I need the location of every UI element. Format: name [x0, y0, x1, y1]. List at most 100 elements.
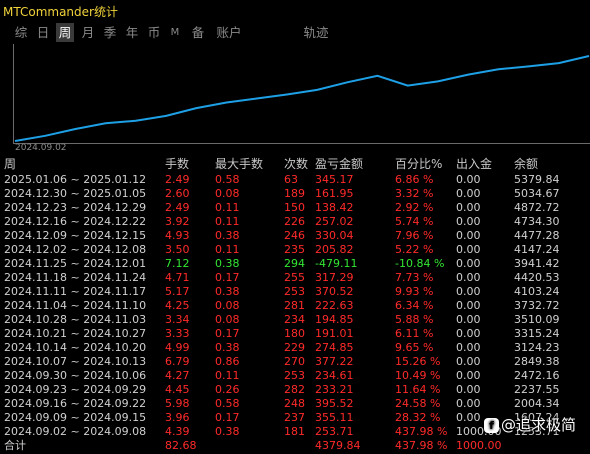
cell-percent: 9.93 % — [395, 285, 434, 298]
cell-balance: 4420.53 — [514, 271, 560, 284]
cell-period: 2024.11.25 ~ 2024.12.01 — [4, 257, 147, 270]
cell-percent: 24.58 % — [395, 397, 441, 410]
total-pnl: 4379.84 — [315, 439, 361, 452]
cell-deposit-withdraw: 0.00 — [456, 285, 481, 298]
cell-deposit-withdraw: 0.00 — [456, 397, 481, 410]
header-trades[interactable]: 手数 — [165, 157, 189, 172]
header-max-lot[interactable]: 最大手数 — [215, 157, 263, 172]
tab-notes[interactable]: 备 — [190, 23, 206, 42]
table-row: 2024.11.18 ~ 2024.11.24 4.71 0.17 255 317.29… — [0, 271, 590, 285]
cell-count: 235 — [284, 243, 305, 256]
cell-max-lot: 0.38 — [215, 425, 240, 438]
cell-trades: 2.60 — [165, 187, 190, 200]
cell-period: 2024.10.21 ~ 2024.10.27 — [4, 327, 147, 340]
cell-period: 2024.12.30 ~ 2025.01.05 — [4, 187, 147, 200]
cell-percent: 6.34 % — [395, 299, 434, 312]
cell-trades: 3.33 — [165, 327, 190, 340]
cell-period: 2024.12.09 ~ 2024.12.15 — [4, 229, 147, 242]
cell-count: 270 — [284, 355, 305, 368]
cell-pnl: 161.95 — [315, 187, 354, 200]
cell-max-lot: 0.11 — [215, 201, 240, 214]
cell-deposit-withdraw: 0.00 — [456, 327, 481, 340]
cell-trades: 4.45 — [165, 383, 190, 396]
header-pnl[interactable]: 盈亏金额 — [315, 157, 363, 172]
cell-percent: 28.32 % — [395, 411, 441, 424]
cell-deposit-withdraw: 0.00 — [456, 173, 481, 186]
cell-max-lot: 0.58 — [215, 173, 240, 186]
tab-weekly[interactable]: 周 — [56, 23, 74, 42]
cell-max-lot: 0.11 — [215, 243, 240, 256]
table-row: 2024.10.28 ~ 2024.11.03 3.34 0.08 234 194.85… — [0, 313, 590, 327]
cell-percent: 7.96 % — [395, 229, 434, 242]
table-row: 2024.09.23 ~ 2024.09.29 4.45 0.26 282 233.21… — [0, 383, 590, 397]
cell-count: 181 — [284, 425, 305, 438]
cell-percent: 6.86 % — [395, 173, 434, 186]
tab-yearly[interactable]: 年 — [124, 23, 140, 42]
cell-period: 2024.11.18 ~ 2024.11.24 — [4, 271, 147, 284]
cell-pnl: 355.11 — [315, 411, 354, 424]
cell-pnl: 395.52 — [315, 397, 354, 410]
cell-period: 2024.11.11 ~ 2024.11.17 — [4, 285, 147, 298]
table-row: 2024.09.16 ~ 2024.09.22 5.98 0.58 248 395.52… — [0, 397, 590, 411]
header-balance[interactable]: 余额 — [514, 157, 538, 172]
cell-max-lot: 0.38 — [215, 341, 240, 354]
cell-percent: 5.88 % — [395, 313, 434, 326]
cell-deposit-withdraw: 0.00 — [456, 299, 481, 312]
cell-percent: 5.74 % — [395, 215, 434, 228]
balance-chart — [13, 44, 590, 144]
cell-period: 2024.10.28 ~ 2024.11.03 — [4, 313, 147, 326]
cell-pnl: 234.61 — [315, 369, 354, 382]
table-row: 2024.12.02 ~ 2024.12.08 3.50 0.11 235 205.82… — [0, 243, 590, 257]
cell-trades: 3.92 — [165, 215, 190, 228]
header-period[interactable]: 周 — [4, 157, 16, 172]
cell-deposit-withdraw: 0.00 — [456, 369, 481, 382]
cell-max-lot: 0.11 — [215, 369, 240, 382]
tab-currency[interactable]: 币 — [146, 23, 162, 42]
header-percent[interactable]: 百分比% — [395, 157, 442, 172]
cell-count: 63 — [284, 173, 298, 186]
cell-trades: 7.12 — [165, 257, 190, 270]
cell-balance: 2849.38 — [514, 355, 560, 368]
tab-daily[interactable]: 日 — [35, 23, 51, 42]
table-header: 周 手数 最大手数 次数 盈亏金额 百分比% 出入金 余额 — [0, 157, 590, 173]
cell-trades: 4.71 — [165, 271, 190, 284]
cell-max-lot: 0.08 — [215, 299, 240, 312]
total-deposit-withdraw: 1000.00 — [456, 439, 502, 452]
cell-period: 2024.10.07 ~ 2024.10.13 — [4, 355, 147, 368]
cell-count: 282 — [284, 383, 305, 396]
cell-deposit-withdraw: 0.00 — [456, 229, 481, 242]
cell-balance: 3124.23 — [514, 341, 560, 354]
cell-trades: 5.98 — [165, 397, 190, 410]
table-row: 2024.12.23 ~ 2024.12.29 2.49 0.11 150 138.42… — [0, 201, 590, 215]
table-row: 2024.11.11 ~ 2024.11.17 5.17 0.38 253 370.52… — [0, 285, 590, 299]
cell-count: 248 — [284, 397, 305, 410]
cell-pnl: 345.17 — [315, 173, 354, 186]
cell-trades: 2.49 — [165, 201, 190, 214]
table-row: 2025.01.06 ~ 2025.01.12 2.49 0.58 63 345.17 6… — [0, 173, 590, 187]
tab-overview[interactable]: 综 — [13, 23, 29, 42]
cell-period: 2024.12.23 ~ 2024.12.29 — [4, 201, 147, 214]
cell-count: 234 — [284, 313, 305, 326]
tab-quarterly[interactable]: 季 — [102, 23, 118, 42]
tab-account[interactable]: 账户 — [214, 23, 244, 42]
tab-magic[interactable]: M — [168, 23, 182, 42]
header-count[interactable]: 次数 — [284, 157, 308, 172]
cell-trades: 3.50 — [165, 243, 190, 256]
tab-monthly[interactable]: 月 — [80, 23, 96, 42]
cell-balance: 5034.67 — [514, 187, 560, 200]
cell-deposit-withdraw: 0.00 — [456, 355, 481, 368]
cell-count: 294 — [284, 257, 305, 270]
table-row: 2024.10.07 ~ 2024.10.13 6.79 0.86 270 377.22… — [0, 355, 590, 369]
cell-balance: 2472.16 — [514, 369, 560, 382]
cell-period: 2024.12.16 ~ 2024.12.22 — [4, 215, 147, 228]
total-percent: 437.98 % — [395, 439, 448, 452]
cell-count: 226 — [284, 215, 305, 228]
cell-max-lot: 0.38 — [215, 285, 240, 298]
cell-pnl: 205.82 — [315, 243, 354, 256]
header-deposit-withdraw[interactable]: 出入金 — [456, 157, 492, 172]
stats-table: 周 手数 最大手数 次数 盈亏金额 百分比% 出入金 余额 2025.01.06… — [0, 157, 590, 453]
cell-count: 180 — [284, 327, 305, 340]
cell-max-lot: 0.11 — [215, 215, 240, 228]
cell-trades: 4.93 — [165, 229, 190, 242]
tab-trajectory[interactable]: 轨迹 — [302, 23, 330, 42]
